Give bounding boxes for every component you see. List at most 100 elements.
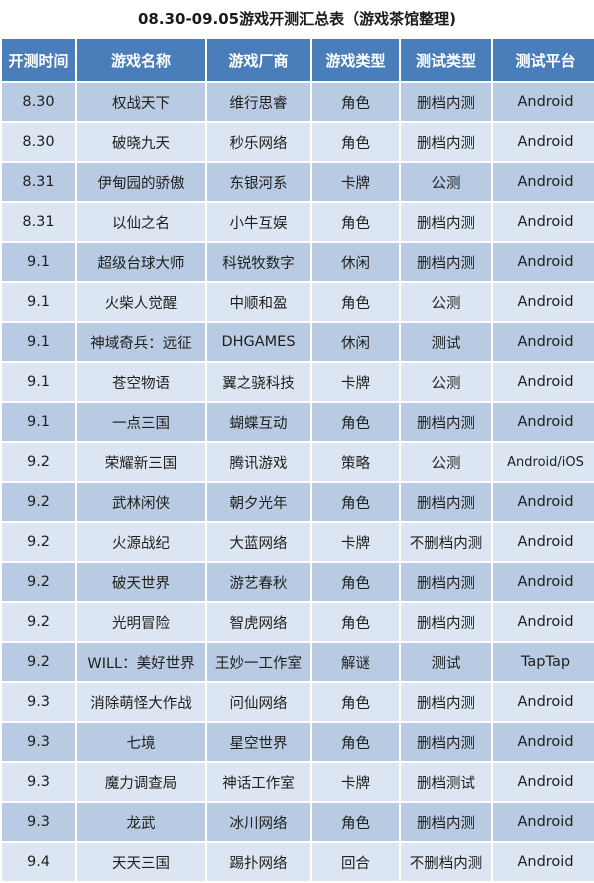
table-row[interactable]: 9.2 光明冒险 智虎网络 角色 删档内测 Android <box>2 603 594 641</box>
cell-date[interactable]: 9.2 <box>2 443 75 481</box>
cell-platform[interactable]: Android <box>493 683 594 721</box>
cell-name[interactable]: 七境 <box>77 723 205 761</box>
table-row[interactable]: 9.1 神域奇兵：远征 DHGAMES 休闲 测试 Android <box>2 323 594 361</box>
cell-genre[interactable]: 角色 <box>312 723 399 761</box>
cell-date[interactable]: 9.1 <box>2 243 75 281</box>
cell-test_type[interactable]: 公测 <box>401 443 491 481</box>
cell-date[interactable]: 9.1 <box>2 363 75 401</box>
cell-genre[interactable]: 角色 <box>312 483 399 521</box>
cell-platform[interactable]: Android <box>493 323 594 361</box>
cell-test_type[interactable]: 不删档内测 <box>401 523 491 561</box>
cell-genre[interactable]: 角色 <box>312 563 399 601</box>
table-row[interactable]: 9.1 一点三国 蝴蝶互动 角色 删档内测 Android <box>2 403 594 441</box>
cell-test_type[interactable]: 删档内测 <box>401 123 491 161</box>
column-header-test-type[interactable]: 测试类型 <box>401 39 491 81</box>
cell-vendor[interactable]: 小牛互娱 <box>207 203 310 241</box>
cell-platform[interactable]: Android <box>493 283 594 321</box>
table-row[interactable]: 9.2 破天世界 游艺春秋 角色 删档内测 Android <box>2 563 594 601</box>
cell-vendor[interactable]: 问仙网络 <box>207 683 310 721</box>
cell-vendor[interactable]: 朝夕光年 <box>207 483 310 521</box>
cell-test_type[interactable]: 测试 <box>401 323 491 361</box>
cell-genre[interactable]: 解谜 <box>312 643 399 681</box>
cell-platform[interactable]: Android <box>493 723 594 761</box>
table-row[interactable]: 8.30 权战天下 维行思睿 角色 删档内测 Android <box>2 83 594 121</box>
table-row[interactable]: 9.3 龙武 冰川网络 角色 删档内测 Android <box>2 803 594 841</box>
cell-genre[interactable]: 卡牌 <box>312 163 399 201</box>
cell-name[interactable]: 魔力调查局 <box>77 763 205 801</box>
cell-platform[interactable]: Android <box>493 603 594 641</box>
cell-vendor[interactable]: 蝴蝶互动 <box>207 403 310 441</box>
table-row[interactable]: 9.1 苍空物语 翼之骁科技 卡牌 公测 Android <box>2 363 594 401</box>
cell-date[interactable]: 9.1 <box>2 323 75 361</box>
cell-platform[interactable]: Android <box>493 163 594 201</box>
cell-date[interactable]: 8.30 <box>2 83 75 121</box>
cell-name[interactable]: 破天世界 <box>77 563 205 601</box>
cell-name[interactable]: 破晓九天 <box>77 123 205 161</box>
cell-vendor[interactable]: 科锐牧数字 <box>207 243 310 281</box>
column-header-platform[interactable]: 测试平台 <box>493 39 594 81</box>
cell-date[interactable]: 8.31 <box>2 203 75 241</box>
cell-genre[interactable]: 卡牌 <box>312 523 399 561</box>
cell-platform[interactable]: Android <box>493 843 594 881</box>
cell-test_type[interactable]: 删档内测 <box>401 83 491 121</box>
cell-date[interactable]: 9.2 <box>2 563 75 601</box>
cell-genre[interactable]: 角色 <box>312 123 399 161</box>
cell-genre[interactable]: 休闲 <box>312 323 399 361</box>
cell-date[interactable]: 9.2 <box>2 523 75 561</box>
table-row[interactable]: 9.2 火源战纪 大蓝网络 卡牌 不删档内测 Android <box>2 523 594 561</box>
cell-date[interactable]: 9.1 <box>2 283 75 321</box>
cell-vendor[interactable]: 游艺春秋 <box>207 563 310 601</box>
cell-platform[interactable]: Android <box>493 243 594 281</box>
cell-test_type[interactable]: 删档测试 <box>401 763 491 801</box>
cell-date[interactable]: 9.2 <box>2 483 75 521</box>
cell-platform[interactable]: TapTap <box>493 643 594 681</box>
cell-genre[interactable]: 角色 <box>312 283 399 321</box>
cell-test_type[interactable]: 删档内测 <box>401 683 491 721</box>
cell-genre[interactable]: 角色 <box>312 203 399 241</box>
cell-name[interactable]: 消除萌怪大作战 <box>77 683 205 721</box>
table-row[interactable]: 9.3 魔力调查局 神话工作室 卡牌 删档测试 Android <box>2 763 594 801</box>
table-row[interactable]: 9.3 消除萌怪大作战 问仙网络 角色 删档内测 Android <box>2 683 594 721</box>
cell-test_type[interactable]: 公测 <box>401 363 491 401</box>
cell-vendor[interactable]: DHGAMES <box>207 323 310 361</box>
cell-vendor[interactable]: 踢扑网络 <box>207 843 310 881</box>
cell-genre[interactable]: 卡牌 <box>312 363 399 401</box>
cell-date[interactable]: 9.3 <box>2 683 75 721</box>
cell-date[interactable]: 8.31 <box>2 163 75 201</box>
cell-name[interactable]: 火源战纪 <box>77 523 205 561</box>
table-row[interactable]: 8.31 伊甸园的骄傲 东银河系 卡牌 公测 Android <box>2 163 594 201</box>
cell-name[interactable]: 光明冒险 <box>77 603 205 641</box>
cell-platform[interactable]: Android <box>493 363 594 401</box>
cell-platform[interactable]: Android <box>493 483 594 521</box>
table-row[interactable]: 9.4 天天三国 踢扑网络 回合 不删档内测 Android <box>2 843 594 881</box>
cell-platform[interactable]: Android <box>493 203 594 241</box>
cell-platform[interactable]: Android <box>493 763 594 801</box>
cell-name[interactable]: 超级台球大师 <box>77 243 205 281</box>
cell-platform[interactable]: Android <box>493 123 594 161</box>
cell-name[interactable]: 荣耀新三国 <box>77 443 205 481</box>
table-row[interactable]: 8.31 以仙之名 小牛互娱 角色 删档内测 Android <box>2 203 594 241</box>
cell-platform[interactable]: Android <box>493 83 594 121</box>
cell-genre[interactable]: 角色 <box>312 83 399 121</box>
column-header-date[interactable]: 开测时间 <box>2 39 75 81</box>
table-row[interactable]: 9.2 武林闲侠 朝夕光年 角色 删档内测 Android <box>2 483 594 521</box>
cell-name[interactable]: 武林闲侠 <box>77 483 205 521</box>
cell-genre[interactable]: 策略 <box>312 443 399 481</box>
table-row[interactable]: 8.30 破晓九天 秒乐网络 角色 删档内测 Android <box>2 123 594 161</box>
cell-platform[interactable]: Android/iOS <box>493 443 594 481</box>
column-header-genre[interactable]: 游戏类型 <box>312 39 399 81</box>
cell-name[interactable]: 天天三国 <box>77 843 205 881</box>
cell-vendor[interactable]: 神话工作室 <box>207 763 310 801</box>
cell-date[interactable]: 8.30 <box>2 123 75 161</box>
cell-date[interactable]: 9.4 <box>2 843 75 881</box>
cell-date[interactable]: 9.3 <box>2 803 75 841</box>
cell-name[interactable]: 一点三国 <box>77 403 205 441</box>
cell-test_type[interactable]: 删档内测 <box>401 803 491 841</box>
cell-date[interactable]: 9.2 <box>2 643 75 681</box>
cell-vendor[interactable]: 智虎网络 <box>207 603 310 641</box>
cell-vendor[interactable]: 王妙一工作室 <box>207 643 310 681</box>
cell-date[interactable]: 9.3 <box>2 723 75 761</box>
cell-genre[interactable]: 卡牌 <box>312 763 399 801</box>
cell-vendor[interactable]: 星空世界 <box>207 723 310 761</box>
cell-test_type[interactable]: 删档内测 <box>401 723 491 761</box>
